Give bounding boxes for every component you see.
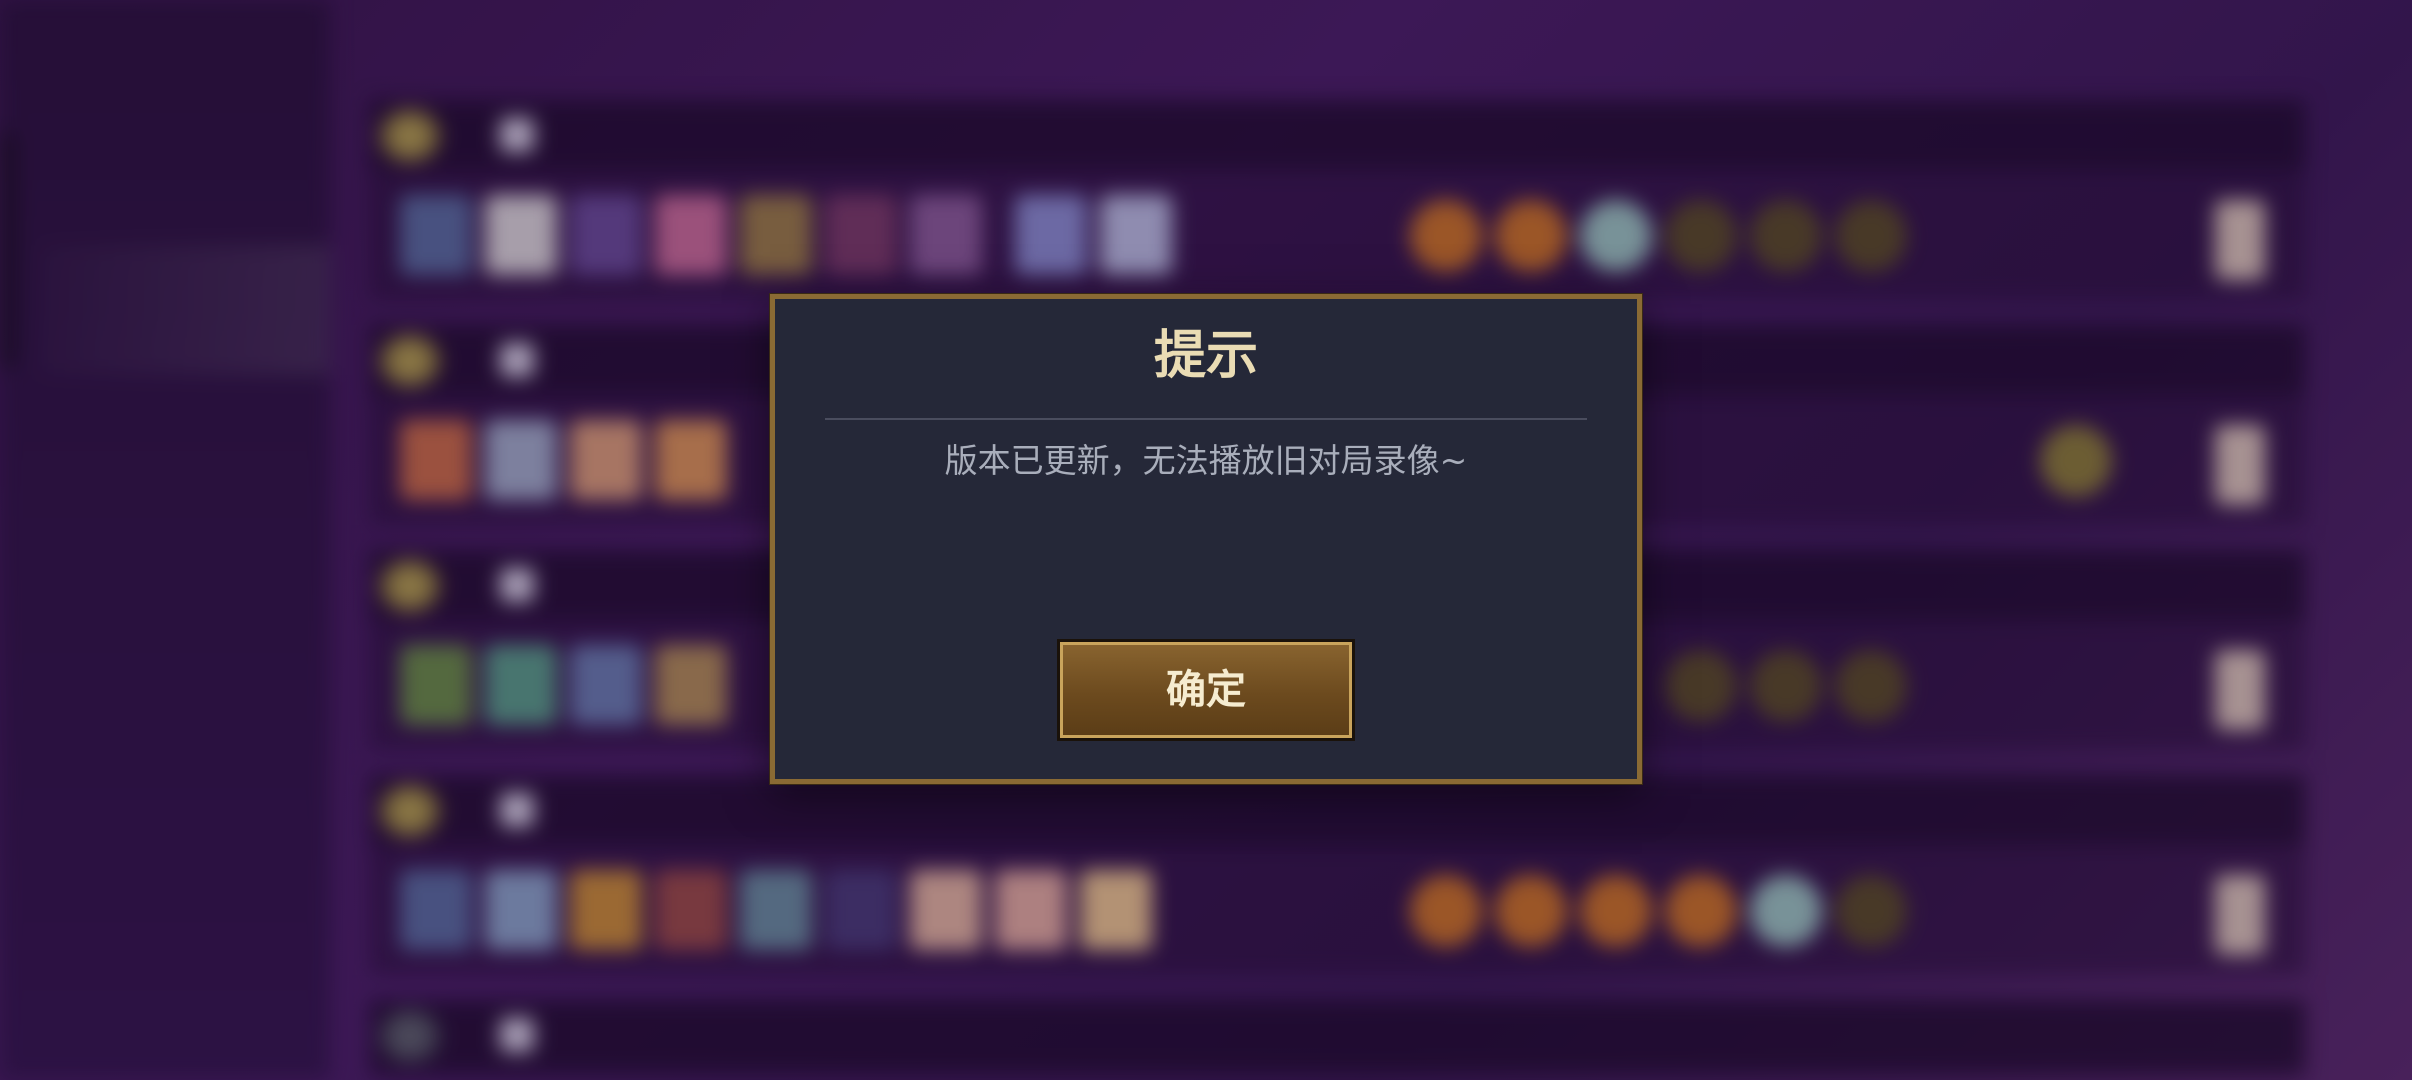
dialog-message: 版本已更新，无法播放旧对局录像~ bbox=[944, 441, 1468, 480]
dialog-title: 提示 bbox=[1153, 326, 1258, 386]
confirm-button[interactable]: 确定 bbox=[1057, 639, 1355, 741]
screen: 提示 版本已更新，无法播放旧对局录像~ 确定 bbox=[0, 0, 2412, 1080]
dialog-divider bbox=[825, 418, 1587, 420]
notice-dialog: 提示 版本已更新，无法播放旧对局录像~ 确定 bbox=[770, 294, 1642, 784]
